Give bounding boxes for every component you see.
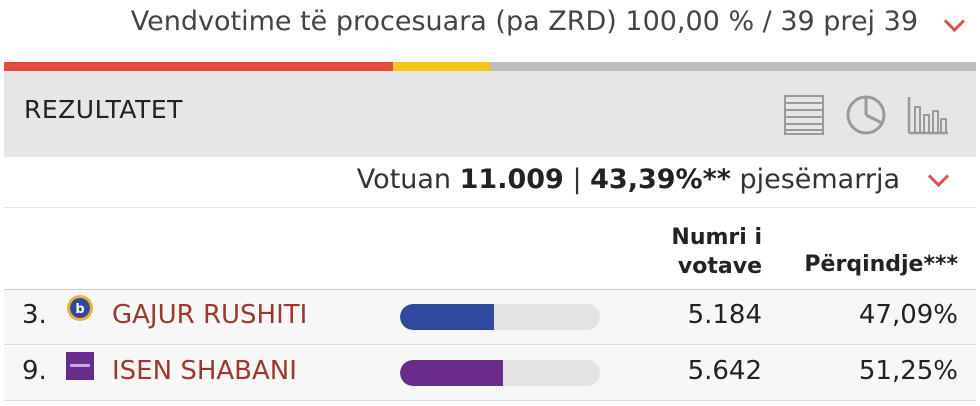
candidate-votes: 5.642 xyxy=(687,356,762,386)
turnout-text: Votuan 11.009 | 43,39%** pjesëmarrja xyxy=(357,164,900,195)
view-switcher xyxy=(782,93,950,137)
results-panel: REZULTATET Votuan 11.009 | 43,39%** pjes… xyxy=(4,71,976,406)
candidate-percent: 47,09% xyxy=(858,300,958,330)
table-view-icon[interactable] xyxy=(782,93,826,137)
candidate-number: 3. xyxy=(22,300,47,330)
candidate-name[interactable]: ISEN SHABANI xyxy=(112,356,297,386)
progress-segment-partial xyxy=(392,62,490,71)
percent-column-header: Përqindje*** xyxy=(804,252,958,277)
party-logo-circle-icon: b xyxy=(67,295,93,321)
table-row: 3. b GAJUR RUSHITI 5.184 47,09% xyxy=(4,290,976,345)
results-title: REZULTATET xyxy=(24,95,183,124)
turnout-prefix: Votuan xyxy=(356,164,452,195)
table-row: 9. ISEN SHABANI 5.642 51,25% xyxy=(4,346,976,401)
chevron-down-icon[interactable] xyxy=(943,10,966,33)
vote-share-fill xyxy=(400,304,495,330)
vote-share-bar xyxy=(400,304,600,330)
candidate-number: 9. xyxy=(22,356,47,386)
turnout-votes: 11.009 xyxy=(459,164,564,195)
candidate-name[interactable]: GAJUR RUSHITI xyxy=(112,300,307,330)
turnout-summary[interactable]: Votuan 11.009 | 43,39%** pjesëmarrja xyxy=(4,157,976,208)
results-panel-header: REZULTATET xyxy=(4,71,976,157)
polling-stations-header[interactable]: Vendvotime të procesuara (pa ZRD) 100,00… xyxy=(0,0,980,58)
vote-share-bar xyxy=(400,360,600,386)
bar-chart-icon[interactable] xyxy=(906,93,950,137)
votes-column-header: Numri i votave xyxy=(632,223,762,281)
candidate-votes: 5.184 xyxy=(687,300,762,330)
votes-header-line2: votave xyxy=(677,254,762,279)
turnout-percent: 43,39%** xyxy=(590,164,731,195)
turnout-separator: | xyxy=(572,164,582,195)
results-table-header: Numri i votave Përqindje*** xyxy=(4,209,976,291)
party-logo-square-icon xyxy=(66,352,94,380)
progress-segment-remaining xyxy=(489,62,976,71)
chevron-down-icon[interactable] xyxy=(927,165,950,188)
processing-progress-bar xyxy=(4,62,976,71)
pie-chart-icon[interactable] xyxy=(844,93,888,137)
polling-stations-text: Vendvotime të procesuara (pa ZRD) 100,00… xyxy=(130,6,918,37)
vote-share-fill xyxy=(400,360,503,386)
progress-segment-processed xyxy=(4,62,393,71)
svg-text:b: b xyxy=(75,302,84,317)
votes-header-line1: Numri i xyxy=(671,225,762,250)
candidate-percent: 51,25% xyxy=(858,356,958,386)
turnout-suffix: pjesëmarrja xyxy=(739,164,900,195)
